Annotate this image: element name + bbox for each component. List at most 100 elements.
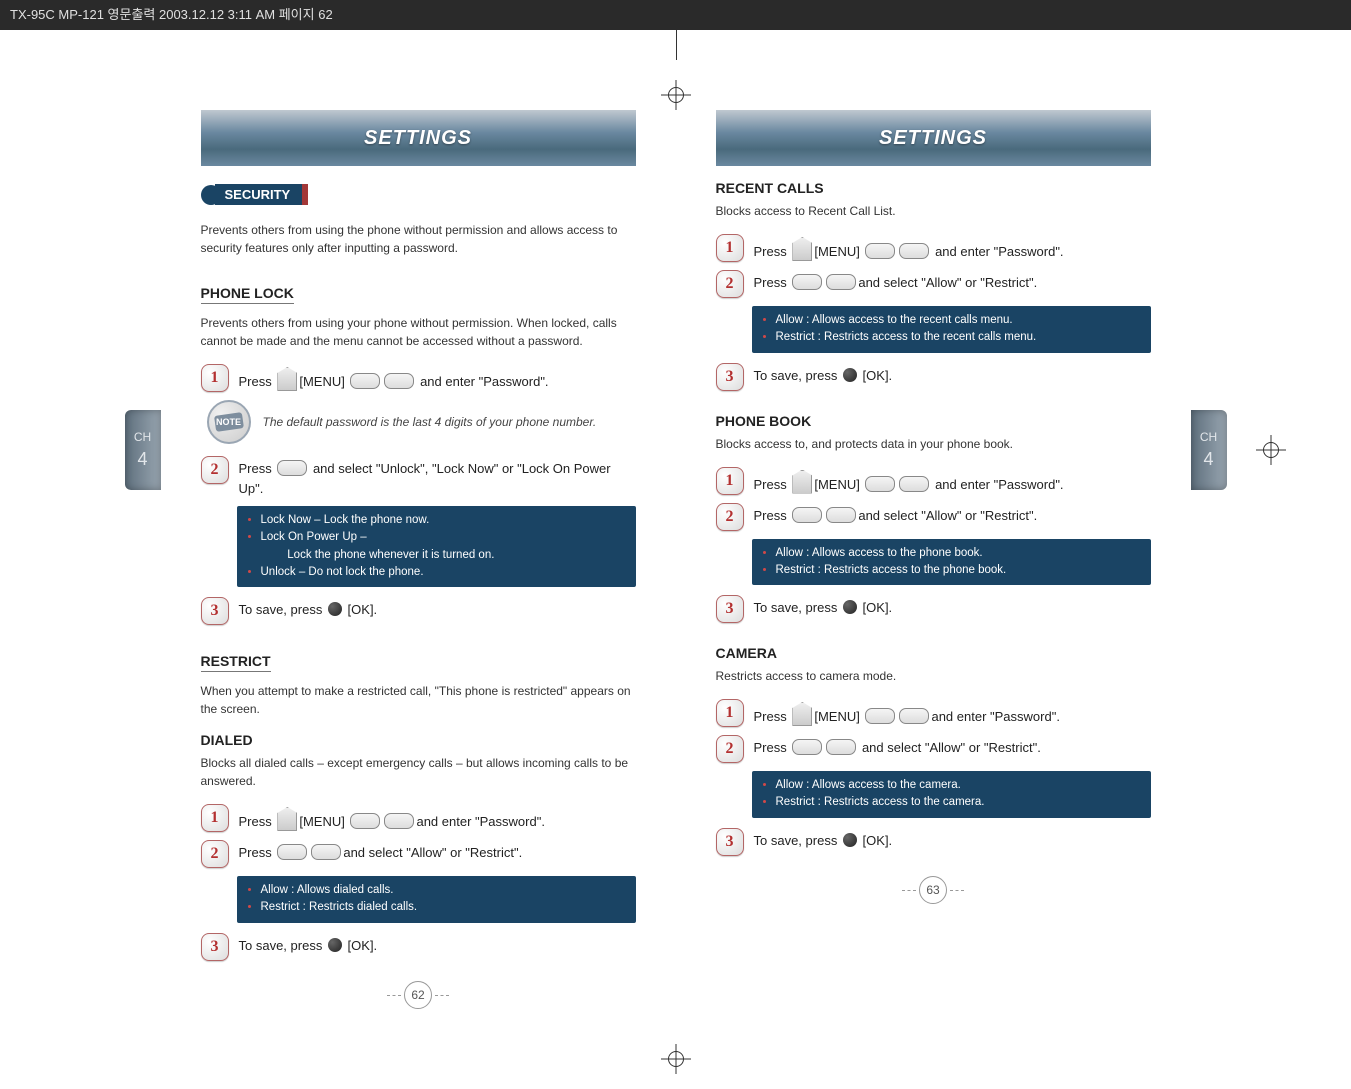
restrict-intro: When you attempt to make a restricted ca… bbox=[201, 682, 636, 718]
step-text: Press [MENU] and enter "Password". bbox=[239, 804, 545, 832]
phone-lock-step-1: 1 Press [MENU] and enter "Password". bbox=[201, 364, 636, 392]
step-number-1-icon: 1 bbox=[716, 234, 744, 262]
step-number-2-icon: 2 bbox=[201, 840, 229, 868]
note-icon: NOTE bbox=[207, 400, 251, 444]
phone-lock-step-3: 3 To save, press [OK]. bbox=[201, 597, 636, 625]
info-item: Allow : Allows access to the camera. bbox=[776, 777, 1141, 794]
camera-options-box: Allow : Allows access to the camera. Res… bbox=[752, 771, 1151, 818]
dialed-step-2: 2 Press and select "Allow" or "Restrict"… bbox=[201, 840, 636, 868]
step-text: To save, press [OK]. bbox=[754, 595, 893, 618]
step-number-2-icon: 2 bbox=[716, 503, 744, 531]
recent-calls-step-1: 1 Press [MENU] and enter "Password". bbox=[716, 234, 1151, 262]
info-item: Allow : Allows dialed calls. bbox=[261, 882, 626, 899]
section-pill-security: SECURITY bbox=[201, 184, 309, 205]
navkey-icon bbox=[826, 507, 856, 523]
step-text: To save, press [OK]. bbox=[239, 597, 378, 620]
step-number-2-icon: 2 bbox=[716, 270, 744, 298]
step-number-1-icon: 1 bbox=[716, 467, 744, 495]
numkey-icon bbox=[899, 708, 929, 724]
step-text: To save, press [OK]. bbox=[239, 933, 378, 956]
chapter-tab-left: CH 4 bbox=[125, 410, 161, 490]
step-number-1-icon: 1 bbox=[201, 364, 229, 392]
step-text: Press [MENU] and enter "Password". bbox=[754, 467, 1064, 495]
step-number-3-icon: 3 bbox=[201, 933, 229, 961]
navkey-icon bbox=[311, 844, 341, 860]
numkey-icon bbox=[899, 243, 929, 259]
step-number-2-icon: 2 bbox=[716, 735, 744, 763]
recent-calls-heading: RECENT CALLS bbox=[716, 180, 1151, 196]
step-text: Press [MENU] and enter "Password". bbox=[754, 234, 1064, 262]
phone-book-intro: Blocks access to, and protects data in y… bbox=[716, 435, 1151, 453]
info-item: Restrict : Restricts dialed calls. bbox=[261, 899, 626, 916]
left-title-text: SETTINGS bbox=[364, 127, 472, 150]
dialed-step-3: 3 To save, press [OK]. bbox=[201, 933, 636, 961]
page-number-value: 62 bbox=[404, 981, 432, 1009]
step-text: Press and select "Allow" or "Restrict". bbox=[754, 735, 1041, 758]
ok-button-icon bbox=[843, 833, 857, 847]
step-number-3-icon: 3 bbox=[716, 595, 744, 623]
softkey-icon bbox=[792, 470, 812, 494]
recent-calls-step-2: 2 Press and select "Allow" or "Restrict"… bbox=[716, 270, 1151, 298]
right-page: CH 4 SETTINGS RECENT CALLS Blocks access… bbox=[676, 70, 1191, 1029]
registration-mark-right bbox=[1256, 435, 1286, 465]
step-number-3-icon: 3 bbox=[716, 363, 744, 391]
softkey-icon bbox=[792, 237, 812, 261]
ok-button-icon bbox=[328, 602, 342, 616]
step-text: Press [MENU] and enter "Password". bbox=[754, 699, 1060, 727]
info-item: Allow : Allows access to the recent call… bbox=[776, 312, 1141, 329]
step-text: To save, press [OK]. bbox=[754, 363, 893, 386]
default-password-note: NOTE The default password is the last 4 … bbox=[207, 400, 636, 444]
phone-book-step-3: 3 To save, press [OK]. bbox=[716, 595, 1151, 623]
page-number-value: 63 bbox=[919, 876, 947, 904]
dialed-step-1: 1 Press [MENU] and enter "Password". bbox=[201, 804, 636, 832]
step-number-2-icon: 2 bbox=[201, 456, 229, 484]
softkey-icon bbox=[277, 367, 297, 391]
ok-button-icon bbox=[843, 600, 857, 614]
camera-step-3: 3 To save, press [OK]. bbox=[716, 828, 1151, 856]
info-item: Unlock – Do not lock the phone. bbox=[261, 564, 626, 581]
camera-step-2: 2 Press and select "Allow" or "Restrict"… bbox=[716, 735, 1151, 763]
info-item: Allow : Allows access to the phone book. bbox=[776, 545, 1141, 562]
softkey-icon bbox=[792, 702, 812, 726]
camera-intro: Restricts access to camera mode. bbox=[716, 667, 1151, 685]
step-text: Press and select "Allow" or "Restrict". bbox=[754, 503, 1038, 526]
left-page: CH 4 SETTINGS SECURITY Prevents others f… bbox=[161, 70, 676, 1029]
step-text: Press and select "Allow" or "Restrict". bbox=[754, 270, 1038, 293]
dialed-intro: Blocks all dialed calls – except emergen… bbox=[201, 754, 636, 790]
numkey-icon bbox=[384, 813, 414, 829]
phone-lock-heading: PHONE LOCK bbox=[201, 285, 294, 304]
info-item: Lock On Power Up – bbox=[261, 529, 626, 546]
step-text: To save, press [OK]. bbox=[754, 828, 893, 851]
step-text: Press and select "Unlock", "Lock Now" or… bbox=[239, 456, 636, 498]
restrict-heading: RESTRICT bbox=[201, 653, 271, 672]
left-title-banner: SETTINGS bbox=[201, 110, 636, 166]
navkey-icon bbox=[277, 460, 307, 476]
step-number-3-icon: 3 bbox=[716, 828, 744, 856]
registration-mark-bottom bbox=[661, 1044, 691, 1074]
step-text: Press [MENU] and enter "Password". bbox=[239, 364, 549, 392]
info-item-sub: Lock the phone whenever it is turned on. bbox=[247, 547, 626, 564]
info-item: Restrict : Restricts access to the recen… bbox=[776, 329, 1141, 346]
info-item: Lock Now – Lock the phone now. bbox=[261, 512, 626, 529]
step-number-1-icon: 1 bbox=[201, 804, 229, 832]
left-page-number: 62 bbox=[201, 981, 636, 1009]
phone-book-options-box: Allow : Allows access to the phone book.… bbox=[752, 539, 1151, 586]
numkey-icon bbox=[865, 476, 895, 492]
recent-calls-step-3: 3 To save, press [OK]. bbox=[716, 363, 1151, 391]
navkey-icon bbox=[826, 739, 856, 755]
navkey-icon bbox=[277, 844, 307, 860]
phone-book-step-2: 2 Press and select "Allow" or "Restrict"… bbox=[716, 503, 1151, 531]
navkey-icon bbox=[792, 739, 822, 755]
numkey-icon bbox=[384, 373, 414, 389]
security-intro: Prevents others from using the phone wit… bbox=[201, 221, 636, 257]
chapter-tab-num: 4 bbox=[137, 449, 147, 470]
numkey-icon bbox=[350, 373, 380, 389]
step-text: Press and select "Allow" or "Restrict". bbox=[239, 840, 523, 863]
phone-lock-intro: Prevents others from using your phone wi… bbox=[201, 314, 636, 350]
chapter-tab-ch: CH bbox=[1200, 431, 1217, 443]
phone-book-step-1: 1 Press [MENU] and enter "Password". bbox=[716, 467, 1151, 495]
chapter-tab-right: CH 4 bbox=[1191, 410, 1227, 490]
ok-button-icon bbox=[843, 368, 857, 382]
camera-step-1: 1 Press [MENU] and enter "Password". bbox=[716, 699, 1151, 727]
step-number-3-icon: 3 bbox=[201, 597, 229, 625]
